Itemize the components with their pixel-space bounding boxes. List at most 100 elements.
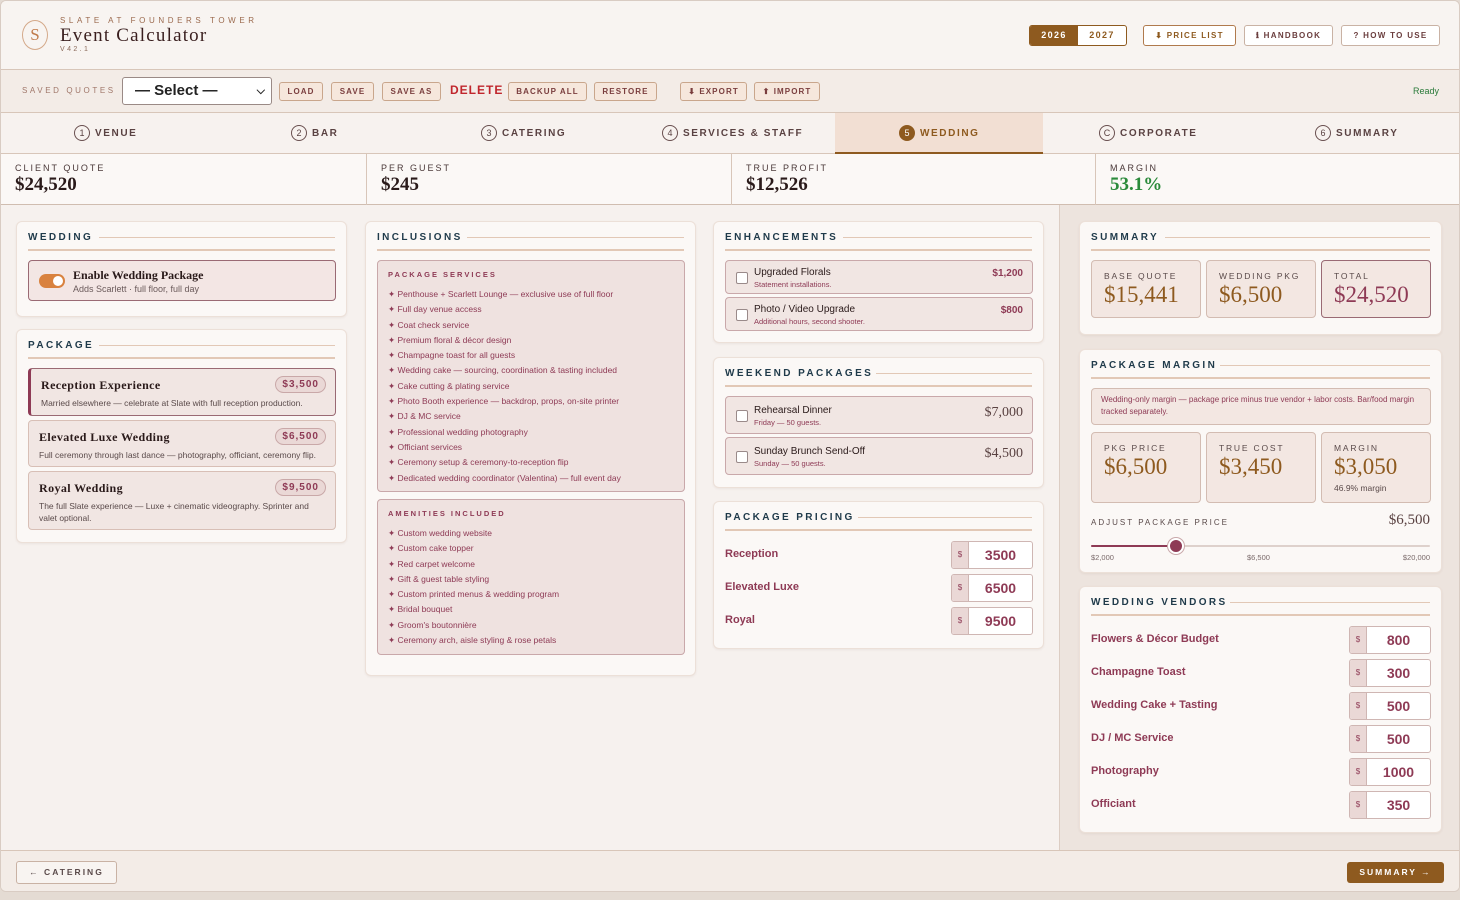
package-option-royal[interactable]: Royal Wedding $9,500 The full Slate expe… [28, 471, 336, 530]
champagne-toast-input[interactable]: $ 300 [1349, 659, 1431, 687]
metric-value: $12,526 [746, 174, 808, 195]
metric-value: $245 [381, 174, 419, 195]
elevated-luxe-price-input[interactable]: $ 6500 [951, 574, 1033, 602]
amenities-list: ✦ Custom wedding website ✦ Custom cake t… [388, 526, 676, 648]
checkbox[interactable] [736, 309, 748, 321]
backup-all-button[interactable]: BACKUP ALL [508, 82, 587, 101]
input-value: 300 [1386, 665, 1411, 681]
vendor-label: Officiant [1091, 798, 1136, 810]
tab-number: 3 [481, 125, 497, 142]
input-value: 500 [1386, 731, 1411, 747]
enhancement-subtitle: Additional hours, second shooter. [754, 317, 865, 326]
vendor-row-champagne: Champagne Toast $ 300 [1091, 659, 1431, 687]
saved-quotes-label: SAVED QUOTES [22, 86, 116, 95]
toggle-switch[interactable] [39, 274, 65, 288]
tab-venue[interactable]: 1 VENUE [74, 113, 137, 154]
pricing-label: Royal [725, 614, 755, 626]
load-button[interactable]: LOAD [279, 82, 323, 101]
package-price-badge: $6,500 [275, 428, 326, 445]
package-option-reception[interactable]: Reception Experience $3,500 Married else… [28, 368, 336, 416]
next-summary-button[interactable]: SUMMARY → [1347, 862, 1444, 883]
wedding-vendors-card: WEDDING VENDORS Flowers & Décor Budget $… [1079, 586, 1442, 833]
card-title: WEDDING [28, 232, 94, 243]
tab-wedding[interactable]: 5 WEDDING [835, 113, 1043, 154]
checkbox[interactable] [736, 451, 748, 463]
handbook-button[interactable]: ℹ HANDBOOK [1244, 25, 1333, 46]
vendor-label: DJ / MC Service [1091, 732, 1174, 744]
flowers-budget-input[interactable]: $ 800 [1349, 626, 1431, 654]
pricing-label: Elevated Luxe [725, 581, 799, 593]
saved-quotes-select[interactable]: — Select — ⌵ [122, 77, 272, 105]
enhancement-upgraded-florals[interactable]: Upgraded Florals Statement installations… [725, 260, 1033, 294]
restore-button[interactable]: RESTORE [594, 82, 657, 101]
import-button[interactable]: ⬆ IMPORT [754, 82, 820, 101]
how-to-use-button[interactable]: ? HOW TO USE [1341, 25, 1440, 46]
list-item: ✦ Custom cake topper [388, 543, 474, 554]
tab-bar[interactable]: 2 BAR [291, 113, 338, 154]
currency-prefix: $ [1350, 792, 1367, 818]
metric-true-profit: TRUE PROFIT $12,526 [732, 154, 1096, 205]
tab-corporate[interactable]: C CORPORATE [1099, 113, 1198, 154]
currency-prefix: $ [1350, 627, 1367, 653]
back-catering-button[interactable]: ← CATERING [16, 861, 117, 884]
metric-per-guest: PER GUEST $245 [367, 154, 732, 205]
title-divider [467, 237, 684, 238]
list-item: ✦ Custom printed menus & wedding program [388, 589, 560, 600]
officiant-input[interactable]: $ 350 [1349, 791, 1431, 819]
card-divider [28, 357, 335, 359]
weekend-sunday-brunch[interactable]: Sunday Brunch Send-Off Sunday — 50 guest… [725, 437, 1033, 475]
card-title: SUMMARY [1091, 232, 1160, 243]
tab-catering[interactable]: 3 CATERING [481, 113, 566, 154]
slider-tick-max: $20,000 [1402, 553, 1430, 562]
year-2026-button[interactable]: 2026 [1030, 26, 1078, 45]
slider-fill [1091, 545, 1176, 547]
package-services-box: PACKAGE SERVICES ✦ Penthouse + Scarlett … [377, 260, 685, 492]
card-title: ENHANCEMENTS [725, 232, 839, 243]
dj-mc-input[interactable]: $ 500 [1349, 725, 1431, 753]
status-text: Ready [1412, 86, 1439, 96]
photography-input[interactable]: $ 1000 [1349, 758, 1431, 786]
checkbox[interactable] [736, 410, 748, 422]
card-title: WEEKEND PACKAGES [725, 368, 874, 379]
package-price-badge: $3,500 [275, 376, 326, 393]
save-button[interactable]: SAVE [331, 82, 374, 101]
price-list-button[interactable]: ⬇ PRICE LIST [1143, 25, 1236, 46]
stat-wedding-pkg: WEDDING PKG $6,500 [1206, 260, 1316, 318]
slider-thumb[interactable] [1167, 538, 1184, 554]
enhancement-price: $800 [1000, 305, 1023, 316]
weekend-rehearsal-dinner[interactable]: Rehearsal Dinner Friday — 50 guests. $7,… [725, 396, 1033, 434]
reception-price-input[interactable]: $ 3500 [951, 541, 1033, 569]
tab-services-staff[interactable]: 4 SERVICES & STAFF [662, 113, 803, 154]
card-divider [1091, 377, 1430, 379]
save-as-button[interactable]: SAVE AS [382, 82, 441, 101]
stat-value: $24,520 [1334, 282, 1409, 307]
stat-value: $3,050 [1334, 454, 1398, 479]
year-2027-button[interactable]: 2027 [1078, 26, 1126, 45]
tab-summary[interactable]: 6 SUMMARY [1315, 113, 1399, 154]
list-item: ✦ Red carpet welcome [388, 558, 475, 569]
tab-label: BAR [312, 128, 339, 139]
stat-label: MARGIN [1334, 443, 1379, 453]
tab-number: 2 [291, 125, 307, 142]
list-item: ✦ Cake cutting & plating service [388, 380, 510, 391]
list-item: ✦ Bridal bouquet [388, 604, 453, 615]
card-divider [377, 249, 684, 251]
delete-button[interactable]: DELETE [450, 83, 503, 97]
list-item: ✦ Dedicated wedding coordinator (Valenti… [388, 472, 621, 483]
list-item: ✦ Professional wedding photography [388, 426, 528, 437]
price-slider[interactable] [1091, 538, 1430, 554]
list-item: ✦ Gift & guest table styling [388, 573, 490, 584]
slider-label: ADJUST PACKAGE PRICE [1091, 518, 1229, 527]
enhancement-name: Photo / Video Upgrade [754, 304, 856, 315]
package-description: The full Slate experience — Luxe + cinem… [39, 501, 309, 523]
stat-true-cost: TRUE COST $3,450 [1206, 432, 1316, 503]
package-option-elevated-luxe[interactable]: Elevated Luxe Wedding $6,500 Full ceremo… [28, 420, 336, 467]
wedding-cake-input[interactable]: $ 500 [1349, 692, 1431, 720]
royal-price-input[interactable]: $ 9500 [951, 607, 1033, 635]
enhancement-photo-video[interactable]: Photo / Video Upgrade Additional hours, … [725, 297, 1033, 331]
metric-value: $24,520 [15, 174, 77, 195]
title-divider [99, 345, 335, 346]
export-button[interactable]: ⬇ EXPORT [680, 82, 747, 101]
checkbox[interactable] [736, 272, 748, 284]
enable-wedding-toggle[interactable]: Enable Wedding Package Adds Scarlett · f… [28, 260, 336, 301]
